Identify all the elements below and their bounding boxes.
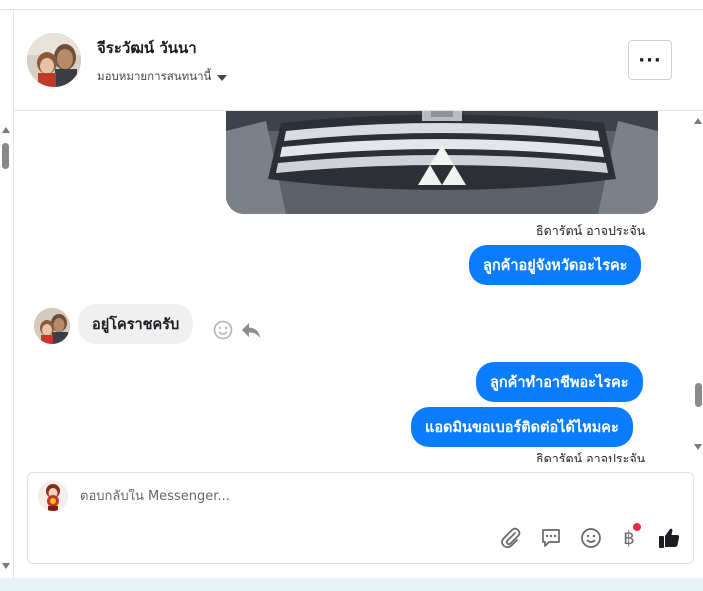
like-icon[interactable]	[656, 525, 682, 551]
bottom-strip	[0, 578, 703, 591]
messenger-panel: จีระวัฒน์ วันนา มอบหมายการสนทนานี้ ··· ธ…	[0, 0, 703, 591]
sender-name-label: ธิดารัตน์ อาจประจัน	[536, 223, 646, 238]
outgoing-message[interactable]: แอดมินขอเบอร์ติดต่อได้ไหมคะ	[411, 407, 633, 447]
contact-name[interactable]: จีระวัฒน์ วันนา	[97, 36, 197, 60]
left-scroll-up-arrow[interactable]	[2, 127, 10, 133]
notification-dot	[633, 523, 641, 531]
outgoing-message[interactable]: ลูกค้าอยู่จังหวัดอะไรคะ	[469, 245, 642, 285]
outgoing-message[interactable]: ลูกค้าทำอาชีพอะไรคะ	[476, 362, 643, 402]
more-options-button[interactable]: ···	[628, 40, 672, 80]
incoming-message[interactable]: อยู่โคราชครับ	[78, 304, 194, 344]
right-scrollbar-thumb[interactable]	[695, 383, 702, 407]
more-icon: ···	[638, 49, 662, 71]
reply-composer: ฿	[27, 472, 694, 564]
right-scroll-up-arrow[interactable]	[694, 118, 702, 124]
baht-icon[interactable]: ฿	[616, 523, 642, 551]
emoji-icon[interactable]	[578, 525, 604, 551]
baht-symbol: ฿	[623, 527, 635, 549]
left-scrollbar-thumb[interactable]	[2, 143, 9, 169]
reply-input[interactable]	[80, 489, 640, 504]
saved-replies-icon[interactable]	[538, 525, 564, 551]
assign-label: มอบหมายการสนทนานี้	[97, 69, 212, 83]
conversation-header: จีระวัฒน์ วันนา มอบหมายการสนทนานี้ ···	[14, 10, 703, 111]
right-scroll-down-arrow[interactable]	[694, 444, 702, 450]
contact-avatar-small[interactable]	[34, 308, 70, 344]
page-avatar	[38, 481, 68, 511]
sender-name-label: ธิดารัตน์ อาจประจัน	[536, 451, 646, 462]
attached-photo[interactable]	[226, 111, 658, 214]
caret-down-icon	[217, 74, 228, 81]
message-thread: ธิดารัตน์ อาจประจัน ลูกค้าอยู่จังหวัดอะไ…	[14, 111, 692, 462]
contact-avatar[interactable]	[27, 33, 81, 87]
left-scroll-down-arrow[interactable]	[2, 563, 10, 569]
assign-conversation-dropdown[interactable]: มอบหมายการสนทนานี้	[97, 68, 228, 86]
emoji-react-icon[interactable]	[213, 320, 233, 340]
paperclip-icon[interactable]	[498, 525, 524, 551]
reply-icon[interactable]	[240, 319, 262, 341]
